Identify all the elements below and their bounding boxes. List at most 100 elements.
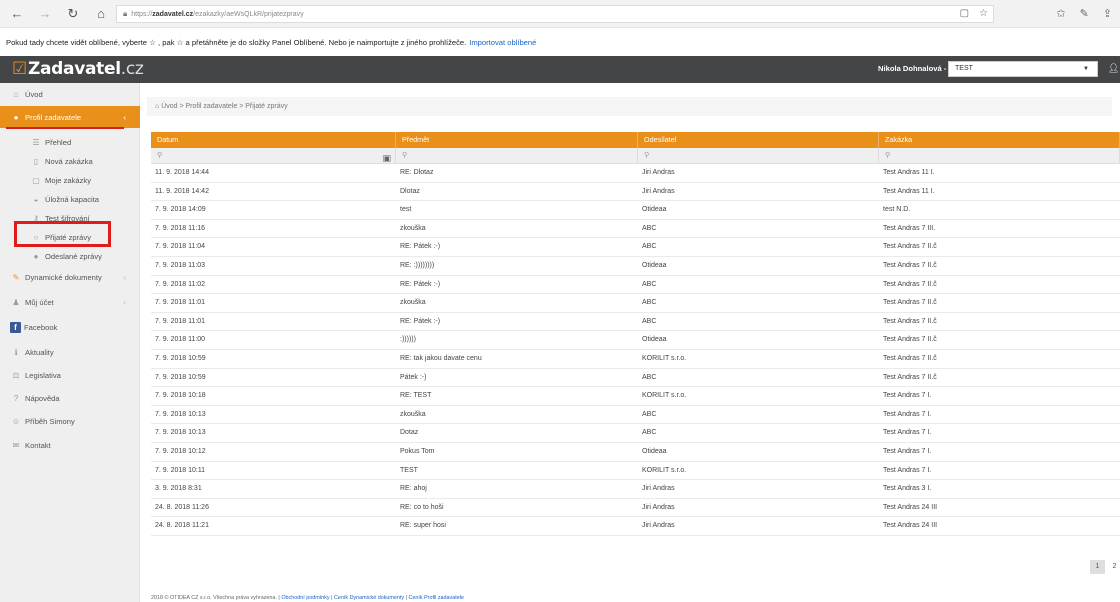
page-button-1[interactable]: 1 — [1090, 560, 1105, 574]
chevron-left-icon: ‹ — [123, 112, 126, 122]
table-row[interactable]: 24. 8. 2018 11:26 RE: co to hoši Jiri Andr… — [151, 499, 1120, 518]
user-icon: ♟ — [12, 297, 20, 307]
favorites-hint: Pokud tady chcete vidět oblíbené, vybert… — [6, 37, 467, 47]
table-row[interactable]: 7. 9. 2018 11:03 RE: :)))))))) Otideaa Test… — [151, 257, 1120, 276]
table-cell: KORILIT s.r.o. — [642, 392, 687, 400]
table-row[interactable]: 3. 9. 2018 8:31 RE: ahoj Jiri Andras Test A… — [151, 480, 1120, 499]
table-cell: 7. 9. 2018 11:04 — [155, 243, 206, 251]
document-icon: ▯ — [33, 156, 39, 166]
refresh-icon[interactable]: ↻ — [62, 6, 84, 22]
share-icon[interactable]: ⇪ — [1103, 7, 1112, 20]
back-icon[interactable]: ← — [6, 6, 28, 21]
table-cell: 7. 9. 2018 10:13 — [155, 410, 206, 418]
contract-filter-input[interactable]: ⚲ — [879, 148, 1120, 163]
user-name: Nikola Dohnalová - — [878, 64, 947, 73]
footer-link-terms[interactable]: Obchodní podmínky — [281, 595, 329, 601]
table-cell: ABC — [642, 224, 657, 232]
table-cell: RE: :)))))))) — [400, 261, 435, 269]
column-header-subject[interactable]: Předmět — [396, 132, 638, 148]
table-cell: ABC — [642, 373, 657, 381]
sidebar-item-aktuality[interactable]: ℹ Aktuality — [0, 341, 140, 363]
sidebar-item-legislativa[interactable]: ⚖ Legislativa — [0, 364, 140, 386]
sidebar-item-odeslané-zprávy[interactable]: ● Odeslané zprávy — [0, 245, 140, 267]
profile-select[interactable]: TEST ▼ — [948, 61, 1098, 77]
logo[interactable]: ☑Zadavatel.cz — [12, 59, 144, 79]
account-icon[interactable]: 👤︎ — [1108, 63, 1119, 74]
sidebar-item-profil-zadavatele[interactable]: ● Profil zadavatele ‹ — [0, 106, 140, 128]
table-row[interactable]: 7. 9. 2018 11:04 RE: Pátek :-) ABC Test And… — [151, 238, 1120, 257]
sidebar-item-kontakt[interactable]: ✉ Kontakt — [0, 434, 140, 456]
date-filter-input[interactable]: ⚲ ▣ — [151, 148, 396, 163]
pagination: 1 2 — [1090, 560, 1120, 574]
table-cell: 7. 9. 2018 11:16 — [155, 224, 206, 232]
table-row[interactable]: 7. 9. 2018 10:12 Pokus Tom Otideaa Test And… — [151, 443, 1120, 462]
table-row[interactable]: 11. 9. 2018 14:42 Dlotaz Jiri Andras Test A… — [151, 183, 1120, 202]
search-icon: ⚲ — [157, 152, 163, 159]
table-row[interactable]: 7. 9. 2018 11:01 zkouška ABC Test Andras 7 … — [151, 294, 1120, 313]
table-row[interactable]: 7. 9. 2018 10:13 zkouška ABC Test Andras 7 … — [151, 406, 1120, 425]
storage-icon: ◒ — [33, 194, 39, 204]
footer-link-profile-pricing[interactable]: Ceník Profil zadavatele — [409, 595, 464, 601]
table-cell: 7. 9. 2018 10:59 — [155, 373, 206, 381]
forward-icon[interactable]: → — [34, 6, 56, 21]
table-cell: 3. 9. 2018 8:31 — [155, 485, 202, 493]
table-row[interactable]: 7. 9. 2018 11:16 zkouška ABC Test Andras 7 … — [151, 220, 1120, 239]
app-header: ☑Zadavatel.cz Nikola Dohnalová - TEST ▼ … — [0, 56, 1120, 83]
sidebar-item-label: Kontakt — [25, 440, 51, 450]
sidebar-item-dynamické-dokumenty[interactable]: ✎ Dynamické dokumenty ‹ — [0, 266, 140, 288]
favorites-icon[interactable]: ✩ — [1056, 7, 1065, 20]
pen-icon[interactable]: ✎ — [1080, 7, 1089, 20]
sidebar-item-příběh-simony[interactable]: ☺ Příběh Simony — [0, 410, 140, 432]
sidebar-item-label: Aktuality — [25, 347, 54, 357]
sidebar-item-úvod[interactable]: ⌂ Úvod — [0, 83, 140, 105]
table-row[interactable]: 11. 9. 2018 14:44 RE: Dlotaz Jiri Andras Te… — [151, 164, 1120, 183]
table-cell: Test Andras 7 I. — [883, 466, 932, 474]
table-row[interactable]: 7. 9. 2018 11:00:)))))) Otideaa Test Andra… — [151, 331, 1120, 350]
column-header-sender[interactable]: Odesílatel — [638, 132, 879, 148]
address-bar[interactable]: 🔒︎ https://zadavatel.cz/ezakazky/aeWsQLk… — [116, 5, 994, 23]
list-icon: ☰ — [32, 137, 40, 147]
highlight-underline — [6, 127, 124, 129]
footer-copyright: 2018 © OTIDEA CZ s.r.o. Všechna práva vy… — [151, 595, 280, 601]
sidebar-item-můj-účet[interactable]: ♟ Můj účet ‹ — [0, 291, 140, 313]
favorite-star-icon[interactable]: ☆ — [979, 8, 988, 19]
table-cell: Test Andras 24 III — [883, 522, 938, 530]
home-button-icon[interactable]: ⌂ — [90, 6, 112, 21]
page-button-2[interactable]: 2 — [1107, 560, 1120, 574]
sidebar-item-label: Profil zadavatele — [25, 112, 82, 122]
table-cell: RE: Pátek :-) — [400, 243, 441, 251]
sender-filter-input[interactable]: ⚲ — [638, 148, 879, 163]
sidebar-item-label: Úvod — [25, 89, 43, 99]
sidebar-item-label: Odeslané zprávy — [45, 251, 102, 261]
edit-icon: ✎ — [12, 272, 20, 282]
table-row[interactable]: 7. 9. 2018 10:13 Dotaz ABC Test Andras 7 I. — [151, 424, 1120, 443]
table-row[interactable]: 7. 9. 2018 10:59 RE: tak jakou davate cen… — [151, 350, 1120, 369]
table-row[interactable]: 7. 9. 2018 10:59 Pátek :-) ABC Test Andras … — [151, 369, 1120, 388]
chevron-down-icon: ▼ — [1083, 66, 1089, 72]
sidebar-item-label: Facebook — [24, 322, 58, 332]
table-row[interactable]: 24. 8. 2018 11:21 RE: super hosi Jiri Andr… — [151, 517, 1120, 536]
table-cell: Otideaa — [642, 447, 667, 455]
reading-view-icon[interactable]: ▢ — [960, 8, 969, 19]
table-row[interactable]: 7. 9. 2018 11:01 RE: Pátek :-) ABC Test And… — [151, 313, 1120, 332]
calendar-icon[interactable]: ▣ — [382, 150, 391, 166]
search-icon: ⚲ — [644, 152, 650, 159]
home-icon: ⌂ — [13, 89, 19, 99]
footer: 2018 © OTIDEA CZ s.r.o. Všechna práva vy… — [151, 595, 464, 601]
chevron-left-icon: ‹ — [123, 272, 126, 282]
table-cell: Test Andras 7 I. — [883, 410, 932, 418]
import-favorites-link[interactable]: Importovat oblíbené — [469, 38, 536, 47]
footer-link-dd-pricing[interactable]: Ceník Dynamické dokumenty — [334, 595, 404, 601]
table-cell: Jiri Andras — [642, 522, 675, 530]
table-row[interactable]: 7. 9. 2018 11:02 RE: Pátek :-) ABC Test And… — [151, 276, 1120, 295]
table-row[interactable]: 7. 9. 2018 14:09 test Otideaa test N.D. — [151, 201, 1120, 220]
table-row[interactable]: 7. 9. 2018 10:18 RE: TEST KORILIT s.r.o. Te… — [151, 387, 1120, 406]
breadcrumb-text[interactable]: Úvod > Profil zadavatele > Přijaté zpráv… — [161, 103, 287, 110]
subject-filter-input[interactable]: ⚲ — [396, 148, 638, 163]
column-header-contract[interactable]: Zakázka — [879, 132, 1120, 148]
sidebar-item-facebook[interactable]: f Facebook — [0, 316, 140, 338]
favorites-bar: Pokud tady chcete vidět oblíbené, vybert… — [0, 28, 1120, 56]
table-row[interactable]: 7. 9. 2018 10:11 TEST KORILIT s.r.o. Test A… — [151, 462, 1120, 481]
sidebar-item-nápověda[interactable]: ? Nápověda — [0, 387, 140, 409]
column-header-date[interactable]: Datum — [151, 132, 396, 148]
